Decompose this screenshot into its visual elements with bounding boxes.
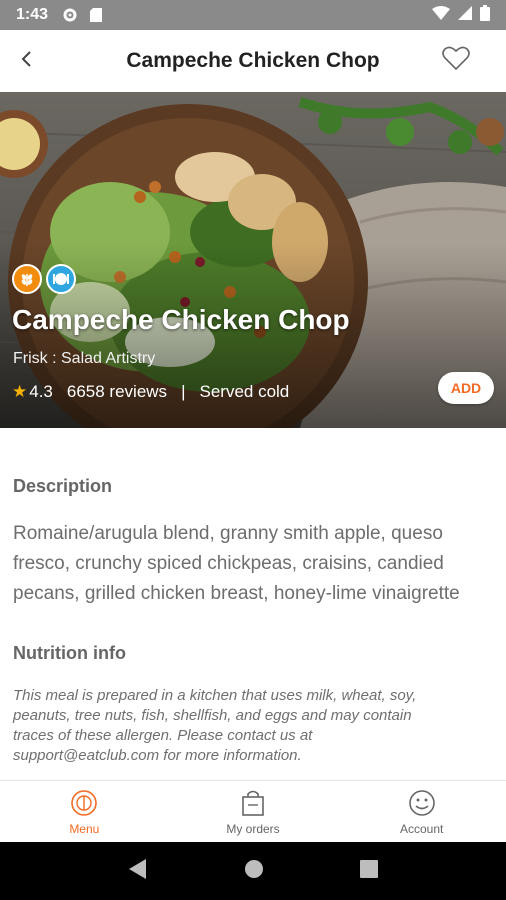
nav-menu[interactable]: Menu (0, 781, 169, 842)
system-recents-icon[interactable] (360, 859, 378, 883)
app-bar: Campeche Chicken Chop (0, 30, 506, 92)
meta-separator: | (181, 382, 186, 401)
serving-temp: Served cold (199, 382, 290, 401)
hero-section: Campeche Chicken Chop Frisk : Salad Arti… (0, 92, 506, 428)
nav-my-orders-label: My orders (226, 821, 280, 836)
sd-card-icon (88, 7, 104, 23)
wifi-icon (432, 5, 450, 25)
hero-gradient-overlay (0, 92, 506, 428)
back-button[interactable] (8, 43, 44, 79)
gear-icon (62, 7, 78, 23)
bottom-navigation: Menu My orders Account (0, 780, 506, 842)
star-icon: ★ (12, 382, 28, 401)
signal-icon (458, 5, 472, 25)
nav-my-orders[interactable]: My orders (169, 781, 338, 842)
battery-icon (480, 4, 490, 26)
nav-menu-label: Menu (69, 821, 100, 836)
system-navigation-bar (0, 842, 506, 900)
back-arrow-icon (19, 50, 33, 73)
status-bar: 1:43 (0, 0, 506, 30)
plate-badge-icon (46, 264, 76, 294)
nav-account-label: Account (400, 821, 444, 836)
description-heading: Description (13, 476, 113, 496)
nutrition-heading: Nutrition info (13, 643, 126, 663)
add-button[interactable]: ADD (438, 372, 494, 404)
system-home-icon[interactable] (244, 859, 264, 884)
allergen-notice: This meal is prepared in a kitchen that … (13, 687, 417, 764)
dish-details: Description Romaine/arugula blend, grann… (0, 428, 506, 780)
rating-value: 4.3 (29, 382, 53, 401)
dish-meta: ★ 4.3 6658 reviews | Served cold (12, 382, 289, 402)
page-title: Campeche Chicken Chop (126, 49, 380, 72)
dietary-badges (12, 264, 76, 294)
orders-bag-icon (238, 788, 268, 818)
wheat-badge-icon (12, 264, 42, 294)
smiley-account-icon (407, 788, 437, 818)
review-count: 6658 reviews (66, 382, 168, 401)
status-right-icons (432, 4, 490, 26)
status-time: 1:43 (16, 6, 49, 23)
heart-icon (442, 45, 470, 76)
description-text: Romaine/arugula blend, granny smith appl… (13, 523, 460, 604)
nav-account[interactable]: Account (337, 781, 506, 842)
system-back-icon[interactable] (128, 858, 148, 885)
vendor-name: Frisk : Salad Artistry (13, 350, 156, 367)
menu-icon (69, 788, 99, 818)
favorite-button[interactable] (440, 44, 472, 76)
hero-dish-title: Campeche Chicken Chop (12, 304, 350, 335)
